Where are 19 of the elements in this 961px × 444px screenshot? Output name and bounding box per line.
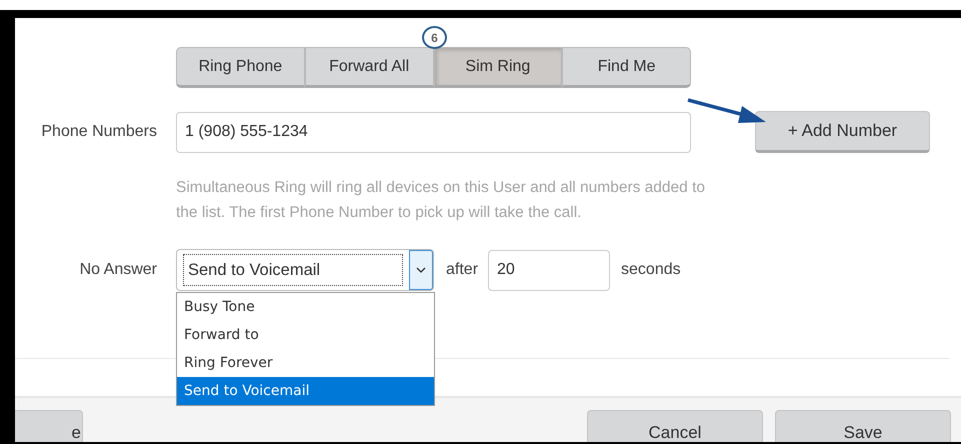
step-badge: 6	[422, 26, 447, 49]
tab[interactable]: Find Me	[562, 47, 691, 88]
help-text: Simultaneous Ring will ring all devices on this User and all numbers added to the list. The first Phone Number to pick up will take the call.	[176, 178, 706, 223]
after-label: after	[446, 261, 478, 279]
arrow-icon	[686, 96, 768, 126]
tab[interactable]: Ring Phone	[176, 47, 305, 88]
save-button[interactable]: Save	[775, 410, 951, 442]
field-label: No Answer	[78, 261, 157, 279]
cancel-button[interactable]: Cancel	[587, 410, 763, 442]
seconds-label: seconds	[621, 261, 681, 279]
tab[interactable]: Forward All	[304, 47, 434, 88]
field-label: Phone Numbers	[40, 123, 157, 141]
dropdown-option[interactable]: Send to Voicemail	[177, 377, 434, 405]
seconds-field[interactable]: 20	[488, 250, 610, 290]
caret-icon[interactable]	[409, 250, 433, 290]
phone-number-field[interactable]: 1 (908) 555-1234	[176, 112, 691, 152]
add-number-button[interactable]: + Add Number	[755, 111, 930, 153]
tab[interactable]: Sim Ring	[434, 47, 562, 88]
footer-button[interactable]: e	[15, 410, 83, 442]
